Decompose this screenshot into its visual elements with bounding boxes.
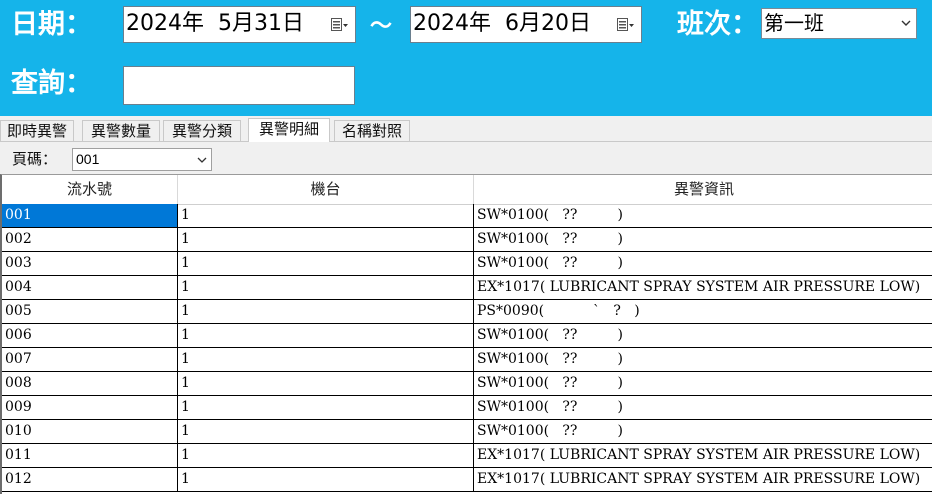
- search-label: 查詢：: [11, 68, 92, 99]
- page-select[interactable]: 001: [72, 148, 212, 171]
- column-header-alarm-info[interactable]: 異警資訊: [474, 175, 932, 204]
- tab-realtime-alarm[interactable]: 即時異警: [0, 120, 74, 141]
- column-header-machine[interactable]: 機台: [178, 175, 474, 204]
- cell-serial[interactable]: 006: [2, 324, 178, 347]
- shift-label: 班次：: [677, 9, 758, 40]
- cell-machine[interactable]: 1: [178, 228, 474, 251]
- grid-header: 流水號 機台 異警資訊: [2, 175, 932, 205]
- date-label: 日期：: [11, 9, 92, 40]
- table-row[interactable]: 010 1 SW*0100( ?? ): [2, 420, 932, 444]
- cell-alarm-info[interactable]: SW*0100( ?? ): [474, 420, 932, 443]
- cell-alarm-info[interactable]: SW*0100( ?? ): [474, 204, 932, 227]
- cell-serial[interactable]: 007: [2, 348, 178, 371]
- table-row[interactable]: 009 1 SW*0100( ?? ): [2, 396, 932, 420]
- alarm-detail-grid[interactable]: 流水號 機台 異警資訊 001 1 SW*0100( ?? ) 002 1 SW*0100…: [0, 174, 932, 494]
- calendar-icon[interactable]: [617, 18, 635, 32]
- cell-alarm-info[interactable]: EX*1017( LUBRICANT SPRAY SYSTEM AIR PRES…: [474, 468, 932, 491]
- table-row[interactable]: 012 1 EX*1017( LUBRICANT SPRAY SYSTEM AIR …: [2, 468, 932, 492]
- table-row[interactable]: 002 1 SW*0100( ?? ): [2, 228, 932, 252]
- tab-divider: [0, 141, 932, 142]
- cell-serial[interactable]: 011: [2, 444, 178, 467]
- tab-alarm-count[interactable]: 異警數量: [82, 120, 160, 141]
- table-row[interactable]: 008 1 SW*0100( ?? ): [2, 372, 932, 396]
- cell-alarm-info[interactable]: SW*0100( ?? ): [474, 372, 932, 395]
- page-select-value: 001: [76, 151, 100, 167]
- table-row[interactable]: 001 1 SW*0100( ?? ): [2, 204, 932, 228]
- cell-machine[interactable]: 1: [178, 252, 474, 275]
- cell-serial[interactable]: 003: [2, 252, 178, 275]
- table-row[interactable]: 007 1 SW*0100( ?? ): [2, 348, 932, 372]
- chevron-down-icon: [197, 157, 207, 163]
- calendar-icon[interactable]: [331, 18, 349, 32]
- cell-serial[interactable]: 001: [2, 204, 178, 227]
- table-row[interactable]: 011 1 EX*1017( LUBRICANT SPRAY SYSTEM AIR …: [2, 444, 932, 468]
- end-date-value: 2024年 6月20日: [413, 11, 591, 36]
- tab-alarm-detail[interactable]: 異警明細: [248, 118, 330, 142]
- table-row[interactable]: 006 1 SW*0100( ?? ): [2, 324, 932, 348]
- cell-serial[interactable]: 012: [2, 468, 178, 491]
- cell-machine[interactable]: 1: [178, 420, 474, 443]
- cell-alarm-info[interactable]: SW*0100( ?? ): [474, 348, 932, 371]
- cell-alarm-info[interactable]: EX*1017( LUBRICANT SPRAY SYSTEM AIR PRES…: [474, 444, 932, 467]
- table-row[interactable]: 004 1 EX*1017( LUBRICANT SPRAY SYSTEM AIR …: [2, 276, 932, 300]
- cell-alarm-info[interactable]: SW*0100( ?? ): [474, 228, 932, 251]
- cell-machine[interactable]: 1: [178, 276, 474, 299]
- cell-machine[interactable]: 1: [178, 372, 474, 395]
- search-input[interactable]: [123, 66, 355, 105]
- table-row[interactable]: 005 1 PS*0090( ` ? ): [2, 300, 932, 324]
- cell-alarm-info[interactable]: SW*0100( ?? ): [474, 252, 932, 275]
- filter-panel: 日期： 2024年 5月31日 ～ 2024年 6月20日 班次： 第一班 查詢…: [0, 0, 932, 116]
- cell-serial[interactable]: 009: [2, 396, 178, 419]
- cell-machine[interactable]: 1: [178, 396, 474, 419]
- cell-machine[interactable]: 1: [178, 204, 474, 227]
- shift-select-value: 第一班: [764, 11, 824, 35]
- table-row[interactable]: 003 1 SW*0100( ?? ): [2, 252, 932, 276]
- chevron-down-icon: [901, 20, 911, 26]
- cell-alarm-info[interactable]: PS*0090( ` ? ): [474, 300, 932, 323]
- tab-alarm-category[interactable]: 異警分類: [163, 120, 241, 141]
- tab-name-mapping[interactable]: 名稱對照: [334, 120, 410, 141]
- shift-select[interactable]: 第一班: [761, 8, 917, 39]
- tab-bar: 即時異警 異警數量 異警分類 異警明細 名稱對照: [0, 118, 932, 142]
- cell-serial[interactable]: 010: [2, 420, 178, 443]
- page-label: 頁碼：: [12, 150, 58, 168]
- start-date-value: 2024年 5月31日: [126, 11, 304, 36]
- end-date-picker[interactable]: 2024年 6月20日: [410, 6, 642, 43]
- cell-machine[interactable]: 1: [178, 300, 474, 323]
- cell-machine[interactable]: 1: [178, 324, 474, 347]
- cell-serial[interactable]: 005: [2, 300, 178, 323]
- column-header-serial[interactable]: 流水號: [2, 175, 178, 204]
- cell-machine[interactable]: 1: [178, 348, 474, 371]
- cell-alarm-info[interactable]: SW*0100( ?? ): [474, 396, 932, 419]
- cell-serial[interactable]: 008: [2, 372, 178, 395]
- cell-machine[interactable]: 1: [178, 444, 474, 467]
- cell-alarm-info[interactable]: EX*1017( LUBRICANT SPRAY SYSTEM AIR PRES…: [474, 276, 932, 299]
- start-date-picker[interactable]: 2024年 5月31日: [123, 6, 356, 43]
- cell-serial[interactable]: 004: [2, 276, 178, 299]
- cell-alarm-info[interactable]: SW*0100( ?? ): [474, 324, 932, 347]
- cell-machine[interactable]: 1: [178, 468, 474, 491]
- cell-serial[interactable]: 002: [2, 228, 178, 251]
- date-range-separator: ～: [370, 14, 393, 39]
